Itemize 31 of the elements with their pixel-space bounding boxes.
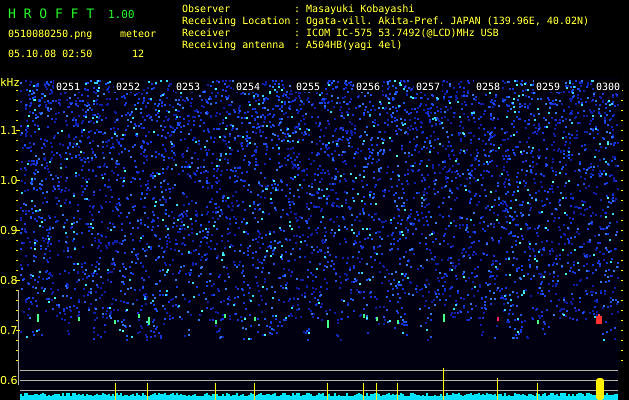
time-label: 0258 — [476, 82, 500, 93]
version-label: 1.00 — [108, 8, 136, 20]
info-value: : Masayuki Kobayashi — [294, 4, 416, 16]
date-time: 05.10.08 02:50 — [8, 48, 94, 60]
file-name: 0510080250.png — [8, 28, 94, 40]
info-label: Receiving Location — [182, 16, 292, 28]
time-label: 0255 — [296, 82, 320, 93]
frequency-label: 0.7 — [0, 324, 18, 337]
time-label: 0256 — [356, 82, 380, 93]
frequency-label: 0.9 — [0, 224, 18, 237]
time-label: 0251 — [56, 82, 80, 93]
info-value: : A504HB(yagi 4el) — [294, 40, 404, 52]
frequency-label: 0.8 — [0, 274, 18, 287]
info-label: Receiving antenna — [182, 40, 286, 52]
info-label: Observer — [182, 4, 232, 16]
info-label: Receiver — [182, 28, 232, 40]
frequency-label: 1.1 — [0, 124, 18, 137]
meteor-label: meteor — [118, 28, 158, 40]
frequency-label: 1.0 — [0, 174, 18, 187]
app-title: H R O F F T — [8, 6, 96, 22]
info-value: : Ogata-vill. Akita-Pref. JAPAN (139.96E, 40.02N) — [294, 16, 590, 28]
time-label: 0259 — [536, 82, 560, 93]
info-value: : ICOM IC-575 53.7492(@LCD)MHz USB — [294, 28, 500, 40]
time-label: 0300 — [596, 82, 620, 93]
axis-unit: kHz — [0, 78, 20, 89]
time-label: 0253 — [176, 82, 200, 93]
time-label: 0257 — [416, 82, 440, 93]
time-label: 0252 — [116, 82, 140, 93]
meteor-count: 12 — [130, 48, 146, 60]
time-label: 0254 — [236, 82, 260, 93]
frequency-label: 0.6 — [0, 374, 18, 387]
